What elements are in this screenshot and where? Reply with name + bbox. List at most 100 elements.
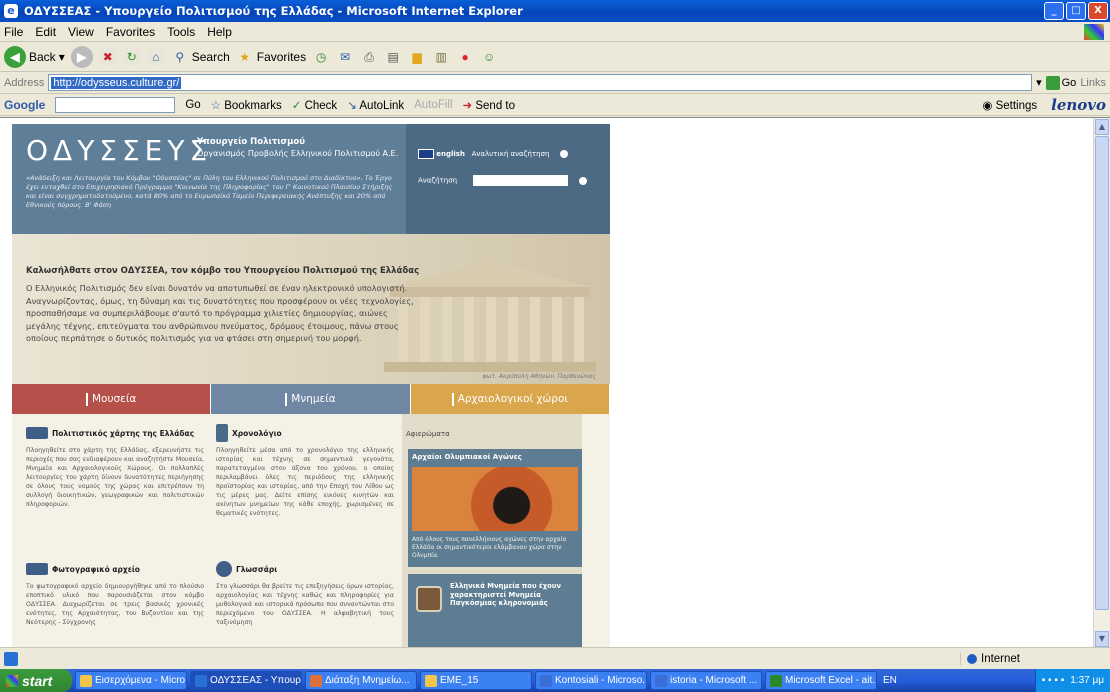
features-title: Αφιερώματα (406, 430, 450, 438)
content-area: Πολιτιστικός χάρτης της Ελλάδας Πλοηγηθε… (12, 414, 610, 648)
section-glossary: Γλωσσάρι Στο γλωσσάρι θα βρείτε τις επεξ… (216, 560, 394, 627)
settings-button[interactable]: ◉ Settings (982, 98, 1037, 112)
autolink-button[interactable]: ↘ AutoLink (347, 98, 404, 112)
funding-text: «Ανάδειξη και Λειτουργία του Κόμβου "Οδυ… (26, 174, 393, 209)
go-arrow-icon (1045, 75, 1060, 90)
minimize-button[interactable]: _ (1044, 2, 1064, 20)
menu-tools[interactable]: Tools (167, 25, 195, 39)
section-title[interactable]: Γλωσσάρι (216, 560, 394, 578)
windows-logo-icon (1084, 23, 1104, 40)
address-dropdown-icon[interactable]: ▾ (1036, 76, 1042, 89)
menu-favorites[interactable]: Favorites (106, 25, 155, 39)
autofill-button[interactable]: AutoFill (414, 99, 452, 111)
ministry-label: Υπουργείο Πολιτισμού Οργανισμός Προβολής… (197, 137, 399, 158)
hourglass-icon (216, 424, 228, 442)
taskbar-item-active[interactable]: ΟΔΥΣΣΕΑΣ - Υπουρ... (190, 671, 302, 690)
language-indicator[interactable]: EN (883, 675, 897, 686)
scroll-thumb[interactable] (1095, 136, 1109, 610)
star-icon: ☆ (210, 99, 221, 112)
unesco-card[interactable]: Ελληνικά Μνημεία που έχουν χαρακτηριστεί… (408, 574, 582, 648)
windows-logo-icon (6, 674, 18, 687)
section-title[interactable]: Χρονολόγιο (216, 424, 394, 442)
scroll-up-button[interactable]: ▲ (1095, 119, 1109, 135)
taskbar-item[interactable]: Εισερχόμενα - Micro... (75, 671, 187, 690)
menu-edit[interactable]: Edit (35, 25, 56, 39)
standard-toolbar: ◀ Back ▾ ▶ ✖ ↻ ⌂ ⚲ Search ★ Favorites ◷ … (0, 42, 1110, 72)
menu-file[interactable]: File (4, 25, 23, 39)
globe-icon (967, 653, 977, 664)
refresh-icon[interactable]: ↻ (122, 47, 141, 66)
bookmarks-button[interactable]: ☆ Bookmarks (211, 98, 282, 112)
clock: 1:37 μμ (1070, 675, 1104, 686)
site-search-input[interactable] (473, 175, 569, 186)
search-button[interactable]: ⚲ Search (171, 48, 229, 66)
section-text: Στο γλωσσάρι θα βρείτε τις επεξηγήσεις ό… (216, 583, 394, 626)
google-search-input[interactable] (55, 96, 176, 113)
uk-flag-icon[interactable] (418, 149, 434, 159)
section-title[interactable]: Πολιτιστικός χάρτης της Ελλάδας (26, 424, 204, 442)
forward-button[interactable]: ▶ (70, 45, 93, 68)
features-sidebar: Αφιερώματα Αρχαίοι Ολυμπιακοί Αγώνες Από… (402, 414, 582, 648)
start-button[interactable]: start (0, 669, 72, 692)
section-title[interactable]: Φωτογραφικό αρχείο (26, 560, 204, 578)
tab-archaeological-sites[interactable]: Αρχαιολογικοί χώροι (410, 384, 610, 414)
vertical-scrollbar[interactable]: ▲ ▼ (1093, 118, 1110, 648)
menu-help[interactable]: Help (207, 25, 232, 39)
section-photo-archive: Φωτογραφικό αρχείο Το φωτογραφικό αρχείο… (26, 560, 204, 627)
title-bar[interactable]: e ΟΔΥΣΣΕΑΣ - Υπουργείο Πολιτισμού της Ελ… (0, 0, 1110, 22)
taskbar-item[interactable]: istoria - Microsoft ... (650, 671, 762, 690)
home-icon[interactable]: ⌂ (146, 47, 165, 66)
print-icon[interactable]: ⎙ (360, 48, 378, 66)
status-bar: Internet (0, 647, 1110, 669)
tray-icons[interactable]: ▪ ▪ ▪ ▪ (1042, 675, 1065, 686)
tab-monuments[interactable]: Μνημεία (211, 384, 411, 414)
messenger-icon[interactable]: ● (456, 48, 474, 66)
search-icon: ⚲ (175, 49, 185, 64)
edit-icon[interactable]: ▤ (384, 48, 402, 66)
scroll-down-button[interactable]: ▼ (1095, 631, 1109, 647)
google-go-button[interactable]: Go (185, 99, 200, 111)
taskbar-item[interactable]: Microsoft Excel - ait... (765, 671, 877, 690)
taskbar-item[interactable]: EME_15 (420, 671, 532, 690)
ie-window: e ΟΔΥΣΣΕΑΣ - Υπουργείο Πολιτισμού της Ελ… (0, 0, 1110, 692)
word-icon (655, 674, 667, 687)
ie-icon (195, 674, 207, 687)
address-input[interactable]: http://odysseus.culture.gr/ (48, 74, 1033, 91)
taskbar-item[interactable]: Διάταξη Μνημείω... (305, 671, 417, 690)
favorites-button[interactable]: ★ Favorites (236, 48, 306, 66)
photo-credit: φωτ. Ακρόπολη Αθηνών, Παρθενώνας (482, 373, 596, 380)
taskbar-item[interactable]: Kontosiali - Microso... (535, 671, 647, 690)
folder-icon[interactable]: ▆ (408, 48, 426, 66)
advanced-search-link[interactable]: Αναλυτική αναζήτηση (472, 150, 550, 158)
users-icon[interactable]: ☺ (480, 48, 498, 66)
menu-view[interactable]: View (68, 25, 94, 39)
address-label: Address (4, 76, 45, 89)
english-link[interactable]: english (436, 150, 465, 158)
close-button[interactable]: X (1088, 2, 1108, 20)
folder-icon (425, 674, 437, 687)
mail-icon[interactable]: ✉ (336, 48, 354, 66)
check-button[interactable]: ✓ Check (292, 98, 337, 112)
autolink-icon: ↘ (347, 99, 357, 112)
back-button[interactable]: ◀ Back ▾ (4, 45, 65, 68)
history-icon[interactable]: ◷ (312, 48, 330, 66)
menu-bar: File Edit View Favorites Tools Help (0, 22, 1110, 42)
olympic-games-card[interactable]: Αρχαίοι Ολυμπιακοί Αγώνες Από όλους τους… (408, 449, 582, 567)
search-go-icon[interactable] (578, 176, 587, 185)
research-icon[interactable]: ▥ (432, 48, 450, 66)
taskbar: start Εισερχόμενα - Micro... ΟΔΥΣΣΕΑΣ - … (0, 669, 1110, 692)
lenovo-logo: lenovo (1051, 95, 1106, 114)
maximize-button[interactable]: □ (1066, 2, 1086, 20)
powerpoint-icon (310, 674, 322, 687)
tab-museums[interactable]: Μουσεία (12, 384, 212, 414)
category-tabs: Μουσεία Μνημεία Αρχαιολογικοί χώροι (12, 384, 610, 414)
links-button[interactable]: Links (1080, 77, 1106, 89)
site-logo[interactable]: ΟΔΥΣΣΕΥΣ (26, 134, 212, 167)
go-button[interactable]: Go (1045, 75, 1076, 90)
olympic-vase-image (412, 467, 578, 531)
excel-icon (770, 674, 782, 687)
google-label[interactable]: Google (4, 98, 45, 112)
outlook-icon (80, 674, 92, 687)
sendto-button[interactable]: ➜ Send to (463, 98, 516, 112)
stop-icon[interactable]: ✖ (98, 47, 117, 66)
